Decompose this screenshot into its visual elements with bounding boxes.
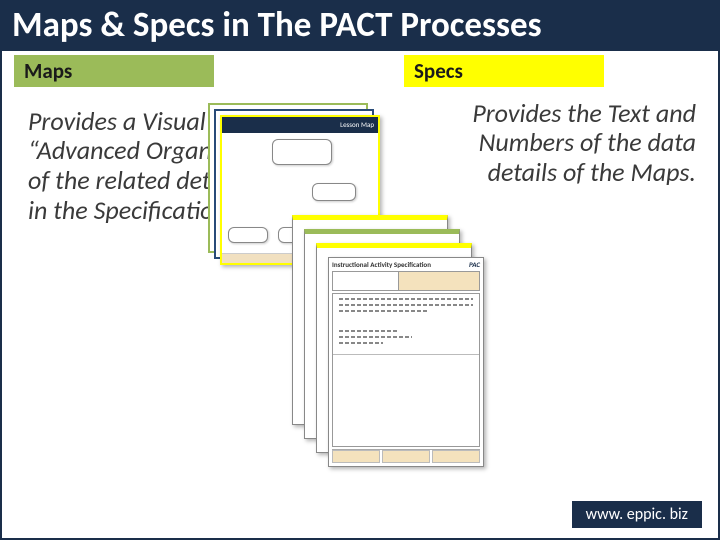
tags-row: Maps Specs — [2, 51, 718, 87]
spec-thumb-brand: PAC — [469, 260, 480, 269]
spec-thumb: Instructional Activity Specification PAC — [328, 257, 484, 467]
spec-thumbnails: Instructional Activity Specification PAC — [292, 215, 492, 465]
spec-thumb-header: Instructional Activity Specification PAC — [329, 258, 483, 269]
specs-description: Provides the Text and Numbers of the dat… — [471, 99, 696, 189]
spec-thumb-meta — [332, 271, 480, 291]
map-thumb-header: Lesson Map — [222, 117, 378, 133]
content-area: Provides a Visual “Advanced Organizer” o… — [2, 87, 718, 487]
spec-thumb-title: Instructional Activity Specification — [332, 260, 431, 269]
tag-specs: Specs — [404, 55, 604, 87]
spec-thumb-block — [332, 293, 480, 447]
footer-url: www. eppic. biz — [572, 501, 702, 528]
slide-title: Maps & Specs in The PACT Processes — [2, 2, 718, 51]
spec-thumb-footer — [332, 449, 480, 463]
tag-maps: Maps — [14, 55, 214, 87]
